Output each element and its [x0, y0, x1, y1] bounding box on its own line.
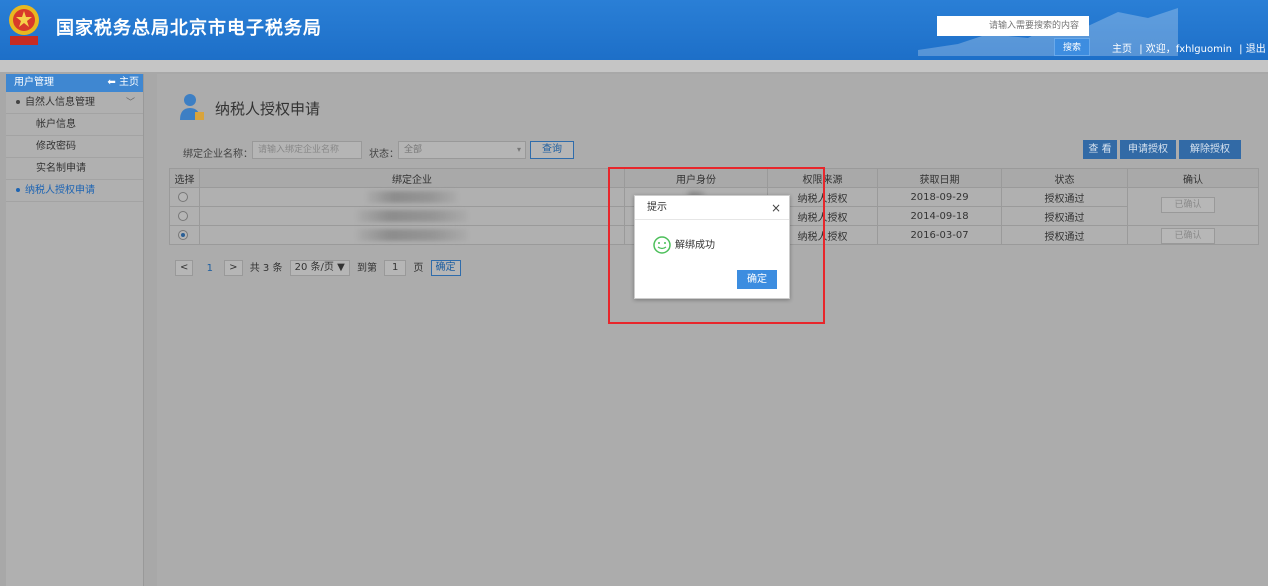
status-select[interactable]: 全部 ▾: [398, 141, 526, 159]
dialog-title: 提示: [647, 202, 667, 213]
status-cell: 授权通过: [1001, 225, 1128, 245]
col-header: 状态: [1001, 168, 1128, 188]
app-header: 国家税务总局北京市电子税务局 搜索 主页 | 欢迎，fxhlguomin | 退…: [0, 0, 1268, 60]
logout-link[interactable]: | 退出: [1239, 44, 1266, 55]
date-cell: 2014-09-18: [877, 206, 1002, 226]
top-links: 主页 | 欢迎，fxhlguomin | 退出: [1112, 40, 1268, 55]
confirmed-button-2[interactable]: 已确认: [1161, 228, 1215, 244]
col-header: 确认: [1127, 168, 1259, 188]
col-header: 获取日期: [877, 168, 1002, 188]
col-header: 权限来源: [767, 168, 878, 188]
company-filter-label: 绑定企业名称：: [183, 149, 253, 160]
sidebar-home-link[interactable]: ⬅ 主页: [107, 74, 139, 92]
close-icon[interactable]: ×: [771, 196, 781, 220]
sidebar-item-label: 实名制申请: [36, 163, 86, 174]
confirmed-button-1[interactable]: 已确认: [1161, 197, 1215, 213]
sidebar-header: 用户管理 ⬅ 主页: [6, 74, 143, 92]
sidebar-item-label: 纳税人授权申请: [25, 185, 95, 196]
page-title: 纳税人授权申请: [215, 100, 321, 118]
bullet-icon: [16, 188, 20, 192]
welcome-user: | 欢迎，fxhlguomin: [1139, 44, 1232, 55]
page-size-select[interactable]: 20 条/页 ▼: [289, 260, 350, 276]
query-button[interactable]: 查询: [530, 141, 574, 159]
col-header: 绑定企业: [199, 168, 625, 188]
tax-emblem-icon: [9, 5, 39, 45]
sidebar-item-label: 修改密码: [36, 141, 76, 152]
company-cell: [199, 206, 625, 226]
home-link[interactable]: 主页: [1112, 44, 1132, 55]
release-auth-button[interactable]: 解除授权: [1179, 140, 1241, 159]
user-icon: [180, 94, 204, 120]
sidebar: 用户管理 ⬅ 主页 自然人信息管理 ﹀ 帐户信息 修改密码 实名制申请 纳税人授…: [6, 74, 144, 586]
caret-down-icon: ▾: [516, 145, 521, 154]
sidebar-home-label: 主页: [119, 77, 139, 88]
sidebar-item-change-password[interactable]: 修改密码: [6, 136, 143, 158]
company-cell: [199, 187, 625, 207]
total-count: 共 3 条: [249, 263, 283, 274]
dialog-message-text: 解绑成功: [675, 240, 715, 251]
main-panel: 纳税人授权申请 绑定企业名称： 请输入绑定企业名称 状态： 全部 ▾ 查询 查 …: [157, 74, 1268, 586]
row-radio-selected[interactable]: [178, 229, 188, 240]
table-header-row: 选择 绑定企业 用户身份 权限来源 获取日期 状态 确认: [169, 168, 1259, 188]
sidebar-item-person-info[interactable]: 自然人信息管理 ﹀: [6, 92, 143, 114]
goto-confirm-button[interactable]: 确定: [430, 260, 461, 276]
next-page-button[interactable]: >: [224, 260, 243, 276]
row-radio[interactable]: [178, 210, 188, 221]
status-cell: 授权通过: [1001, 206, 1128, 226]
dialog-ok-button[interactable]: 确定: [737, 270, 777, 289]
chevron-down-icon: ﹀: [125, 98, 135, 108]
home-arrow-icon: ⬅: [107, 77, 116, 88]
current-page[interactable]: 1: [207, 263, 213, 274]
status-cell: 授权通过: [1001, 187, 1128, 207]
company-cell: [199, 225, 625, 245]
search-button[interactable]: 搜索: [1054, 38, 1090, 56]
status-select-value: 全部: [404, 145, 423, 155]
sidebar-item-label: 自然人信息管理: [25, 97, 95, 108]
status-filter-label: 状态：: [369, 149, 399, 160]
page-unit-label: 页: [413, 263, 424, 274]
site-title: 国家税务总局北京市电子税务局: [56, 18, 322, 39]
bullet-icon: [16, 100, 20, 104]
sidebar-item-realname[interactable]: 实名制申请: [6, 158, 143, 180]
alert-dialog: 提示 × 解绑成功 确定: [634, 195, 790, 299]
smile-icon: [653, 236, 671, 254]
col-header: 用户身份: [624, 168, 768, 188]
prev-page-button[interactable]: <: [175, 260, 194, 276]
goto-label: 到第: [356, 263, 377, 274]
date-cell: 2018-09-29: [877, 187, 1002, 207]
row-select-cell[interactable]: [169, 206, 200, 226]
site-search-input[interactable]: [937, 16, 1089, 36]
col-header: 选择: [169, 168, 200, 188]
row-radio[interactable]: [178, 191, 188, 202]
sidebar-item-taxpayer-auth[interactable]: 纳税人授权申请: [6, 180, 143, 202]
goto-page-input[interactable]: 1: [384, 260, 407, 276]
company-filter-input[interactable]: 请输入绑定企业名称: [252, 141, 362, 159]
apply-auth-button[interactable]: 申请授权: [1120, 140, 1176, 159]
row-select-cell[interactable]: [169, 187, 200, 207]
redacted-block: [357, 229, 467, 241]
dialog-header: 提示 ×: [635, 196, 789, 220]
dialog-message: 解绑成功: [653, 236, 715, 255]
row-select-cell[interactable]: [169, 225, 200, 245]
date-cell: 2016-03-07: [877, 225, 1002, 245]
redacted-block: [357, 210, 467, 222]
sidebar-item-account-info[interactable]: 帐户信息: [6, 114, 143, 136]
redacted-block: [367, 191, 457, 203]
sidebar-title: 用户管理: [14, 77, 54, 88]
sidebar-item-label: 帐户信息: [36, 119, 76, 130]
header-strip: [0, 60, 1268, 72]
pagination: < 1 > 共 3 条 20 条/页 ▼ 到第 1 页 确定: [175, 259, 465, 276]
view-button[interactable]: 查 看: [1083, 140, 1117, 159]
